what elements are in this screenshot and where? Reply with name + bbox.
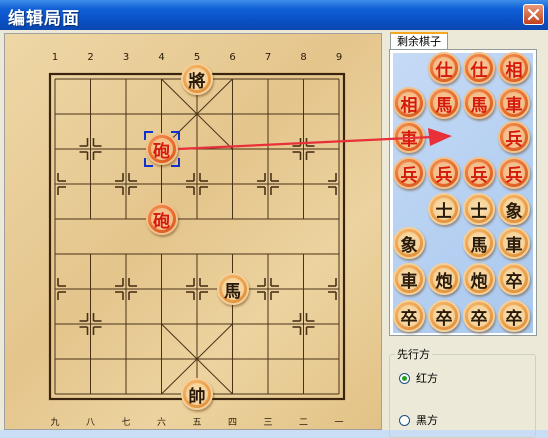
red-piece-tray[interactable]: 兵 xyxy=(463,157,495,189)
window-title: 编辑局面 xyxy=(8,9,80,29)
piece-label: 馬 xyxy=(433,92,455,116)
black-piece-tray[interactable]: 象 xyxy=(498,193,530,225)
black-piece-tray[interactable]: 馬 xyxy=(463,227,495,259)
piece-label: 士 xyxy=(433,198,455,222)
title-bar[interactable]: 编辑局面 xyxy=(0,0,548,30)
file-number-top: 7 xyxy=(265,52,271,63)
file-number-top: 5 xyxy=(194,52,200,63)
piece-label: 卒 xyxy=(503,305,525,329)
file-number-bottom: 六 xyxy=(157,416,166,428)
piece-label: 象 xyxy=(503,198,525,222)
piece-label: 兵 xyxy=(398,162,420,186)
piece-label: 士 xyxy=(468,198,490,222)
file-number-bottom: 五 xyxy=(192,418,201,428)
black-piece-board[interactable]: 帥 xyxy=(181,378,213,410)
black-piece-tray[interactable]: 炮 xyxy=(428,263,460,295)
red-piece-tray[interactable]: 兵 xyxy=(393,157,425,189)
piece-label: 車 xyxy=(398,268,420,292)
red-piece-tray[interactable]: 兵 xyxy=(498,157,530,189)
radio-red-side[interactable]: 红方 xyxy=(399,370,438,386)
piece-label: 砲 xyxy=(150,138,173,162)
black-piece-tray[interactable]: 卒 xyxy=(498,300,530,332)
red-piece-tray[interactable]: 馬 xyxy=(463,87,495,119)
piece-label: 卒 xyxy=(398,305,420,329)
red-piece-tray[interactable]: 仕 xyxy=(428,52,460,84)
file-number-top: 8 xyxy=(300,52,306,63)
piece-label: 卒 xyxy=(433,305,455,329)
file-number-bottom: 九 xyxy=(50,417,59,428)
file-number-top: 6 xyxy=(229,52,235,63)
piece-label: 車 xyxy=(503,232,525,256)
piece-label: 馬 xyxy=(221,278,244,302)
file-number-bottom: 三 xyxy=(263,418,272,428)
piece-label: 仕 xyxy=(468,57,490,81)
piece-label: 卒 xyxy=(468,305,490,329)
black-piece-tray[interactable]: 車 xyxy=(498,227,530,259)
red-piece-tray[interactable]: 車 xyxy=(498,87,530,119)
red-piece-board[interactable]: 砲 xyxy=(145,133,178,165)
remaining-pieces-tray[interactable]: 仕仕相相馬馬車車兵兵兵兵兵士士象象馬車車炮炮卒卒卒卒卒 xyxy=(393,52,533,333)
red-piece-tray[interactable]: 兵 xyxy=(428,157,460,189)
piece-label: 炮 xyxy=(468,268,490,292)
piece-label: 砲 xyxy=(150,208,173,232)
red-piece-tray[interactable]: 相 xyxy=(498,52,530,84)
close-button[interactable] xyxy=(523,4,544,25)
piece-label: 相 xyxy=(503,57,525,81)
black-piece-tray[interactable]: 卒 xyxy=(463,300,495,332)
piece-label: 馬 xyxy=(468,232,490,256)
piece-label: 仕 xyxy=(433,57,455,81)
black-piece-board[interactable]: 將 xyxy=(181,63,213,95)
black-piece-tray[interactable]: 士 xyxy=(463,193,495,225)
black-piece-board[interactable]: 馬 xyxy=(216,273,249,305)
red-piece-board[interactable]: 砲 xyxy=(145,203,178,235)
piece-label: 兵 xyxy=(503,162,525,186)
radio-label: 黑方 xyxy=(416,414,438,427)
piece-label: 兵 xyxy=(468,162,490,186)
black-piece-tray[interactable]: 炮 xyxy=(463,263,495,295)
piece-label: 馬 xyxy=(468,92,490,116)
piece-label: 炮 xyxy=(433,268,455,292)
edit-position-window: 编辑局面 123456789九八七六五四三二一 將砲砲馬帥 剩余棋子 仕仕相相馬… xyxy=(0,0,548,438)
black-piece-tray[interactable]: 士 xyxy=(428,193,460,225)
first-move-legend: 先行方 xyxy=(395,346,432,362)
black-piece-tray[interactable]: 車 xyxy=(393,263,425,295)
close-icon xyxy=(527,8,540,21)
red-piece-tray[interactable]: 相 xyxy=(393,87,425,119)
file-number-bottom: 二 xyxy=(299,418,308,428)
red-piece-tray[interactable]: 仕 xyxy=(463,52,495,84)
file-number-bottom: 八 xyxy=(86,418,95,428)
radio-label: 红方 xyxy=(416,372,438,385)
file-number-top: 4 xyxy=(158,52,164,63)
piece-label: 帥 xyxy=(186,383,208,407)
piece-label: 卒 xyxy=(503,268,525,292)
file-number-bottom: 一 xyxy=(334,418,343,428)
red-piece-tray[interactable]: 兵 xyxy=(498,121,530,153)
piece-label: 車 xyxy=(398,126,420,150)
file-number-top: 2 xyxy=(87,52,93,63)
black-piece-tray[interactable]: 卒 xyxy=(498,263,530,295)
radio-button[interactable] xyxy=(399,372,410,384)
black-piece-tray[interactable]: 象 xyxy=(393,227,425,259)
file-number-bottom: 四 xyxy=(228,418,237,428)
radio-button[interactable] xyxy=(399,414,410,426)
tab-remaining-pieces[interactable]: 剩余棋子 xyxy=(390,32,448,50)
black-piece-tray[interactable]: 卒 xyxy=(393,300,425,332)
file-number-top: 3 xyxy=(123,52,129,63)
black-piece-tray[interactable]: 卒 xyxy=(428,300,460,332)
radio-black-side[interactable]: 黑方 xyxy=(399,412,438,428)
file-number-top: 9 xyxy=(336,52,342,63)
first-move-group: 先行方 红方 黑方 xyxy=(389,346,537,438)
chess-board[interactable]: 123456789九八七六五四三二一 將砲砲馬帥 xyxy=(4,33,382,430)
piece-label: 兵 xyxy=(433,162,455,186)
red-piece-tray[interactable]: 車 xyxy=(393,121,425,153)
piece-label: 象 xyxy=(398,232,420,256)
file-number-bottom: 七 xyxy=(121,417,130,428)
piece-label: 相 xyxy=(398,92,420,116)
red-piece-tray[interactable]: 馬 xyxy=(428,87,460,119)
piece-label: 兵 xyxy=(503,126,525,150)
file-number-top: 1 xyxy=(52,52,58,63)
piece-label: 車 xyxy=(503,92,525,116)
piece-label: 將 xyxy=(186,68,208,92)
